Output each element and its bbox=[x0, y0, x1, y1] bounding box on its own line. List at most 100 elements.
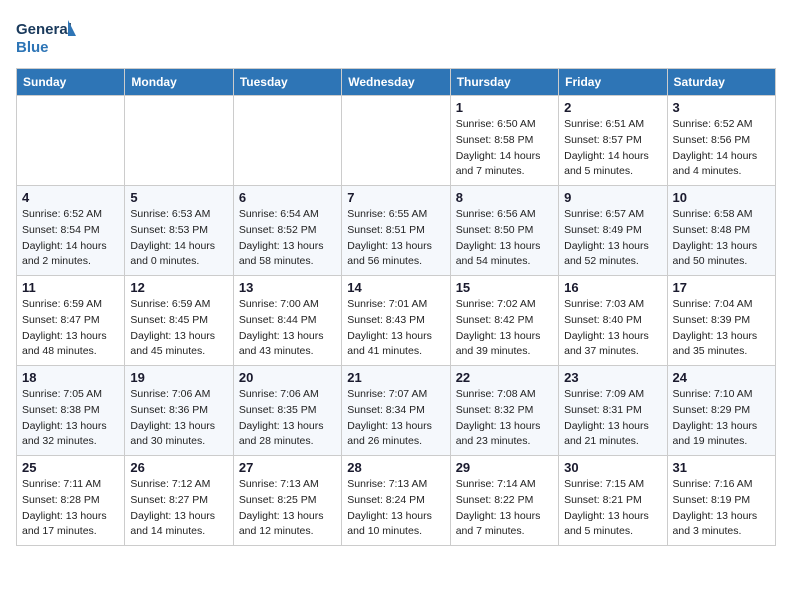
day-number: 12 bbox=[130, 280, 227, 295]
calendar-cell: 6 Sunrise: 6:54 AMSunset: 8:52 PMDaylight… bbox=[233, 186, 341, 276]
svg-text:General: General bbox=[16, 21, 72, 38]
calendar-cell: 19 Sunrise: 7:06 AMSunset: 8:36 PMDayligh… bbox=[125, 366, 233, 456]
logo-icon: GeneralBlue bbox=[16, 16, 76, 60]
day-info: Sunrise: 7:15 AMSunset: 8:21 PMDaylight:… bbox=[564, 477, 661, 540]
calendar-cell bbox=[125, 96, 233, 186]
day-number: 6 bbox=[239, 190, 336, 205]
day-info: Sunrise: 7:05 AMSunset: 8:38 PMDaylight:… bbox=[22, 387, 119, 450]
calendar-header-row: SundayMondayTuesdayWednesdayThursdayFrid… bbox=[17, 69, 776, 96]
day-number: 2 bbox=[564, 100, 661, 115]
day-number: 27 bbox=[239, 460, 336, 475]
calendar-cell bbox=[233, 96, 341, 186]
day-info: Sunrise: 6:52 AMSunset: 8:54 PMDaylight:… bbox=[22, 207, 119, 270]
calendar-week-row: 11Sunrise: 6:59 AMSunset: 8:47 PMDayligh… bbox=[17, 276, 776, 366]
day-number: 13 bbox=[239, 280, 336, 295]
day-number: 18 bbox=[22, 370, 119, 385]
day-info: Sunrise: 7:14 AMSunset: 8:22 PMDaylight:… bbox=[456, 477, 553, 540]
day-info: Sunrise: 7:04 AMSunset: 8:39 PMDaylight:… bbox=[673, 297, 770, 360]
calendar-cell: 20 Sunrise: 7:06 AMSunset: 8:35 PMDayligh… bbox=[233, 366, 341, 456]
day-number: 9 bbox=[564, 190, 661, 205]
calendar-cell: 28 Sunrise: 7:13 AMSunset: 8:24 PMDayligh… bbox=[342, 456, 450, 546]
day-info: Sunrise: 6:54 AMSunset: 8:52 PMDaylight:… bbox=[239, 207, 336, 270]
svg-text:Blue: Blue bbox=[16, 39, 49, 56]
day-number: 31 bbox=[673, 460, 770, 475]
day-info: Sunrise: 6:52 AMSunset: 8:56 PMDaylight:… bbox=[673, 117, 770, 180]
day-info: Sunrise: 7:01 AMSunset: 8:43 PMDaylight:… bbox=[347, 297, 444, 360]
calendar-cell: 3 Sunrise: 6:52 AMSunset: 8:56 PMDaylight… bbox=[667, 96, 775, 186]
day-info: Sunrise: 7:13 AMSunset: 8:24 PMDaylight:… bbox=[347, 477, 444, 540]
calendar-cell: 1Sunrise: 6:50 AMSunset: 8:58 PMDaylight… bbox=[450, 96, 558, 186]
calendar-week-row: 1Sunrise: 6:50 AMSunset: 8:58 PMDaylight… bbox=[17, 96, 776, 186]
day-info: Sunrise: 7:06 AMSunset: 8:35 PMDaylight:… bbox=[239, 387, 336, 450]
day-number: 11 bbox=[22, 280, 119, 295]
day-info: Sunrise: 6:50 AMSunset: 8:58 PMDaylight:… bbox=[456, 117, 553, 180]
calendar-cell: 25 Sunrise: 7:11 AMSunset: 8:28 PMDayligh… bbox=[17, 456, 125, 546]
calendar-header-tuesday: Tuesday bbox=[233, 69, 341, 96]
day-number: 20 bbox=[239, 370, 336, 385]
calendar-cell: 8 Sunrise: 6:56 AMSunset: 8:50 PMDaylight… bbox=[450, 186, 558, 276]
day-info: Sunrise: 7:06 AMSunset: 8:36 PMDaylight:… bbox=[130, 387, 227, 450]
calendar-cell: 22Sunrise: 7:08 AMSunset: 8:32 PMDayligh… bbox=[450, 366, 558, 456]
calendar-cell: 30 Sunrise: 7:15 AMSunset: 8:21 PMDayligh… bbox=[559, 456, 667, 546]
calendar-cell bbox=[17, 96, 125, 186]
day-number: 16 bbox=[564, 280, 661, 295]
calendar-week-row: 25 Sunrise: 7:11 AMSunset: 8:28 PMDayligh… bbox=[17, 456, 776, 546]
day-info: Sunrise: 6:51 AMSunset: 8:57 PMDaylight:… bbox=[564, 117, 661, 180]
calendar-header-sunday: Sunday bbox=[17, 69, 125, 96]
day-number: 14 bbox=[347, 280, 444, 295]
day-number: 3 bbox=[673, 100, 770, 115]
day-info: Sunrise: 7:03 AMSunset: 8:40 PMDaylight:… bbox=[564, 297, 661, 360]
calendar-cell: 16 Sunrise: 7:03 AMSunset: 8:40 PMDayligh… bbox=[559, 276, 667, 366]
day-info: Sunrise: 7:09 AMSunset: 8:31 PMDaylight:… bbox=[564, 387, 661, 450]
day-number: 4 bbox=[22, 190, 119, 205]
day-number: 17 bbox=[673, 280, 770, 295]
calendar-header-monday: Monday bbox=[125, 69, 233, 96]
calendar-cell: 11Sunrise: 6:59 AMSunset: 8:47 PMDayligh… bbox=[17, 276, 125, 366]
calendar-cell bbox=[342, 96, 450, 186]
day-number: 30 bbox=[564, 460, 661, 475]
day-info: Sunrise: 6:58 AMSunset: 8:48 PMDaylight:… bbox=[673, 207, 770, 270]
calendar-header-saturday: Saturday bbox=[667, 69, 775, 96]
day-number: 26 bbox=[130, 460, 227, 475]
calendar-cell: 26Sunrise: 7:12 AMSunset: 8:27 PMDayligh… bbox=[125, 456, 233, 546]
day-number: 23 bbox=[564, 370, 661, 385]
calendar-cell: 17 Sunrise: 7:04 AMSunset: 8:39 PMDayligh… bbox=[667, 276, 775, 366]
calendar-cell: 7Sunrise: 6:55 AMSunset: 8:51 PMDaylight… bbox=[342, 186, 450, 276]
calendar-cell: 4 Sunrise: 6:52 AMSunset: 8:54 PMDaylight… bbox=[17, 186, 125, 276]
calendar-header-thursday: Thursday bbox=[450, 69, 558, 96]
calendar-cell: 14 Sunrise: 7:01 AMSunset: 8:43 PMDayligh… bbox=[342, 276, 450, 366]
calendar-cell: 29Sunrise: 7:14 AMSunset: 8:22 PMDayligh… bbox=[450, 456, 558, 546]
day-info: Sunrise: 6:53 AMSunset: 8:53 PMDaylight:… bbox=[130, 207, 227, 270]
calendar-week-row: 18 Sunrise: 7:05 AMSunset: 8:38 PMDayligh… bbox=[17, 366, 776, 456]
day-number: 19 bbox=[130, 370, 227, 385]
page-header: GeneralBlue bbox=[16, 16, 776, 60]
day-number: 28 bbox=[347, 460, 444, 475]
calendar-cell: 18 Sunrise: 7:05 AMSunset: 8:38 PMDayligh… bbox=[17, 366, 125, 456]
calendar-table: SundayMondayTuesdayWednesdayThursdayFrid… bbox=[16, 68, 776, 546]
calendar-cell: 24 Sunrise: 7:10 AMSunset: 8:29 PMDayligh… bbox=[667, 366, 775, 456]
calendar-cell: 21 Sunrise: 7:07 AMSunset: 8:34 PMDayligh… bbox=[342, 366, 450, 456]
calendar-cell: 2 Sunrise: 6:51 AMSunset: 8:57 PMDaylight… bbox=[559, 96, 667, 186]
day-info: Sunrise: 7:11 AMSunset: 8:28 PMDaylight:… bbox=[22, 477, 119, 540]
calendar-header-friday: Friday bbox=[559, 69, 667, 96]
calendar-header-wednesday: Wednesday bbox=[342, 69, 450, 96]
calendar-cell: 15 Sunrise: 7:02 AMSunset: 8:42 PMDayligh… bbox=[450, 276, 558, 366]
day-info: Sunrise: 7:07 AMSunset: 8:34 PMDaylight:… bbox=[347, 387, 444, 450]
day-info: Sunrise: 7:16 AMSunset: 8:19 PMDaylight:… bbox=[673, 477, 770, 540]
day-info: Sunrise: 7:10 AMSunset: 8:29 PMDaylight:… bbox=[673, 387, 770, 450]
day-info: Sunrise: 6:59 AMSunset: 8:45 PMDaylight:… bbox=[130, 297, 227, 360]
day-number: 8 bbox=[456, 190, 553, 205]
day-number: 7 bbox=[347, 190, 444, 205]
day-info: Sunrise: 6:56 AMSunset: 8:50 PMDaylight:… bbox=[456, 207, 553, 270]
day-number: 25 bbox=[22, 460, 119, 475]
day-info: Sunrise: 7:13 AMSunset: 8:25 PMDaylight:… bbox=[239, 477, 336, 540]
day-number: 15 bbox=[456, 280, 553, 295]
day-number: 21 bbox=[347, 370, 444, 385]
day-number: 10 bbox=[673, 190, 770, 205]
calendar-cell: 13Sunrise: 7:00 AMSunset: 8:44 PMDayligh… bbox=[233, 276, 341, 366]
day-info: Sunrise: 7:02 AMSunset: 8:42 PMDaylight:… bbox=[456, 297, 553, 360]
calendar-week-row: 4 Sunrise: 6:52 AMSunset: 8:54 PMDaylight… bbox=[17, 186, 776, 276]
calendar-cell: 27 Sunrise: 7:13 AMSunset: 8:25 PMDayligh… bbox=[233, 456, 341, 546]
day-number: 22 bbox=[456, 370, 553, 385]
day-number: 24 bbox=[673, 370, 770, 385]
